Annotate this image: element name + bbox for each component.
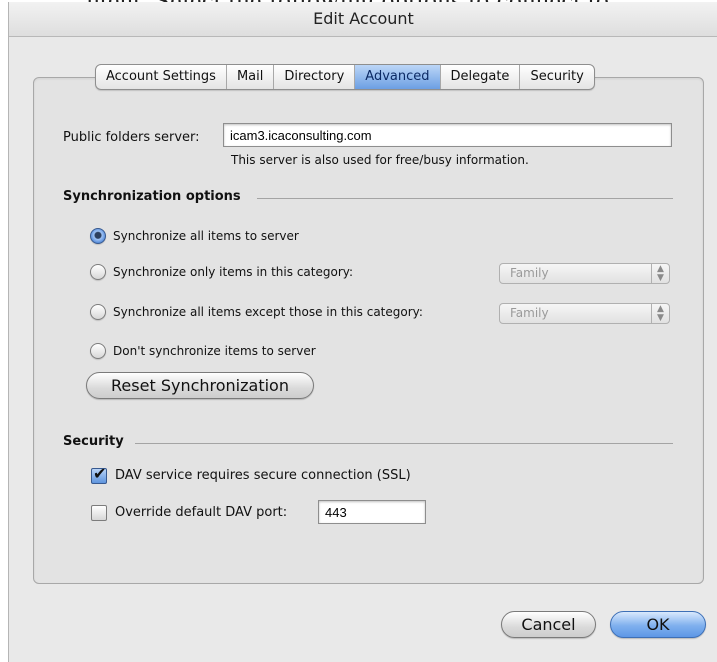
sync-category-value: Family <box>510 266 549 280</box>
public-folders-server-input[interactable] <box>223 123 672 147</box>
security-heading: Security <box>63 434 124 449</box>
popup-arrows-icon: ▲ ▼ <box>651 264 669 283</box>
public-folders-label: Public folders server: <box>63 130 200 145</box>
ssl-checkbox[interactable]: ✔ <box>91 464 107 484</box>
sync-options-heading: Synchronization options <box>63 189 241 204</box>
dav-port-input[interactable] <box>318 500 426 524</box>
cancel-button[interactable]: Cancel <box>501 611 596 638</box>
ssl-label: DAV service requires secure connection (… <box>115 468 411 483</box>
ok-button[interactable]: OK <box>610 611 706 638</box>
override-port-checkbox[interactable] <box>91 505 107 521</box>
public-folders-note: This server is also used for free/busy i… <box>231 153 529 167</box>
sync-all-radio[interactable] <box>90 228 106 244</box>
sync-divider <box>257 198 673 199</box>
no-sync-radio[interactable] <box>90 343 106 359</box>
tab-advanced[interactable]: Advanced <box>355 65 441 89</box>
window-title: Edit Account <box>9 2 717 37</box>
checkmark-icon: ✔ <box>93 464 107 483</box>
edit-account-dialog: Edit Account Account Settings Mail Direc… <box>8 2 717 662</box>
tab-account-settings[interactable]: Account Settings <box>96 65 227 89</box>
sync-except-value: Family <box>510 306 549 320</box>
reset-synchronization-button[interactable]: Reset Synchronization <box>86 372 314 399</box>
tab-delegate[interactable]: Delegate <box>441 65 521 89</box>
sync-except-select[interactable]: Family ▲ ▼ <box>499 303 670 324</box>
tab-security[interactable]: Security <box>520 65 593 89</box>
sync-category-radio[interactable] <box>90 264 106 280</box>
override-port-label: Override default DAV port: <box>115 505 288 520</box>
sync-except-label: Synchronize all items except those in th… <box>113 305 423 319</box>
tab-mail[interactable]: Mail <box>227 65 275 89</box>
sync-all-label: Synchronize all items to server <box>113 229 299 243</box>
no-sync-label: Don't synchronize items to server <box>113 344 316 358</box>
sync-except-radio[interactable] <box>90 304 106 320</box>
tab-directory[interactable]: Directory <box>274 65 356 89</box>
security-divider <box>135 443 673 444</box>
tab-bar: Account Settings Mail Directory Advanced… <box>95 64 595 90</box>
sync-category-select[interactable]: Family ▲ ▼ <box>499 263 670 284</box>
popup-arrows-icon: ▲ ▼ <box>651 304 669 323</box>
sync-category-label: Synchronize only items in this category: <box>113 265 354 279</box>
